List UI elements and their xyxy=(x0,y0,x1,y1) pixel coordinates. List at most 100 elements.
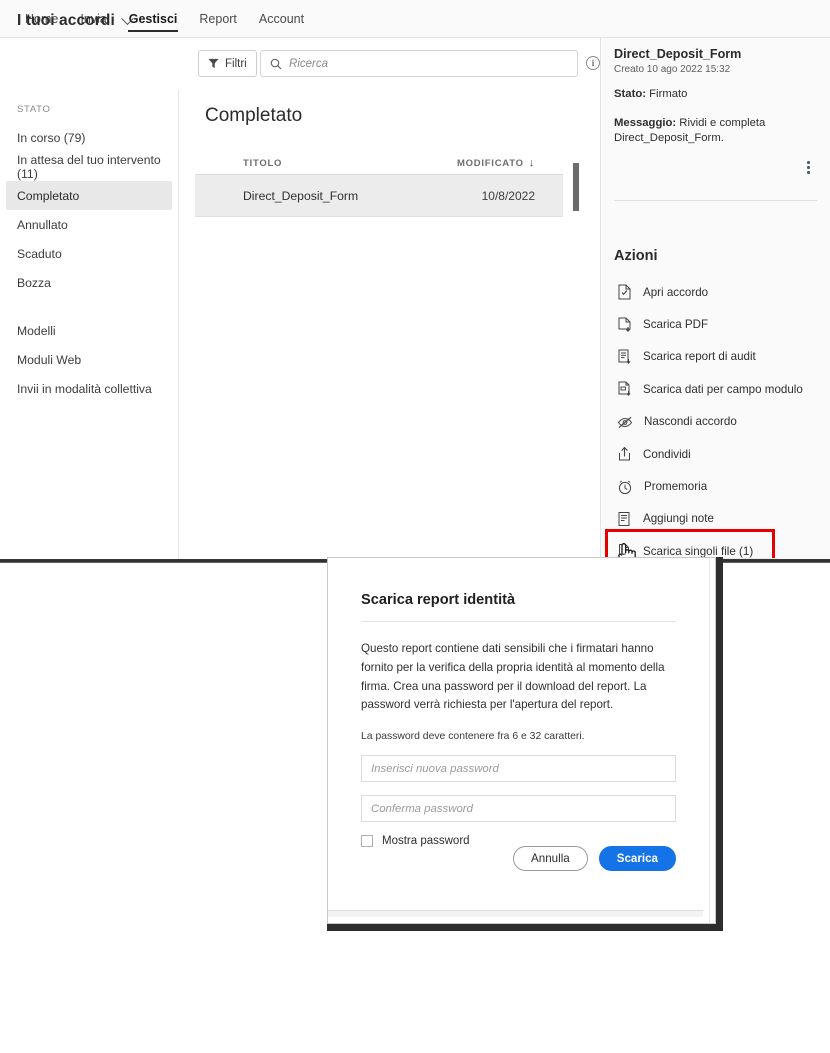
action-label: Scarica report di audit xyxy=(643,350,756,364)
search-icon xyxy=(270,58,282,69)
search-input[interactable] xyxy=(289,51,577,76)
sidebar-item-label: Annullato xyxy=(17,217,68,232)
agreement-details-panel: Direct_Deposit_Form Creato 10 ago 2022 1… xyxy=(600,38,830,563)
page-title: I tuoi accordi xyxy=(17,12,115,29)
screen-root: Home Invia Gestisci Report Account I tuo… xyxy=(0,0,830,1053)
filters-label: Filtri xyxy=(225,57,247,70)
funnel-icon xyxy=(208,58,219,69)
action-scarica-dati-campo-modulo[interactable]: Scarica dati per campo modulo xyxy=(601,373,830,405)
confirm-password-input[interactable] xyxy=(371,796,675,822)
sort-descending-icon: ↓ xyxy=(528,157,535,169)
chevron-down-icon xyxy=(120,11,134,25)
actions-heading: Azioni xyxy=(614,248,658,264)
download-audit-report-icon xyxy=(618,349,631,365)
column-header-title[interactable]: TITOLO xyxy=(195,158,457,169)
nav-item-label: Account xyxy=(258,11,305,26)
action-apri-accordo[interactable]: Apri accordo xyxy=(601,276,830,308)
add-notes-icon xyxy=(618,511,630,526)
dialog-password-hint: La password deve contenere fra 6 e 32 ca… xyxy=(361,731,585,743)
nav-item-account[interactable]: Account xyxy=(248,0,315,38)
sidebar-item-label: Scaduto xyxy=(17,246,62,261)
new-password-input[interactable] xyxy=(371,756,675,782)
sidebar-item-moduli-web[interactable]: Moduli Web xyxy=(6,345,172,374)
sidebar-item-label: Bozza xyxy=(17,275,51,290)
sidebar-item-in-attesa[interactable]: In attesa del tuo intervento (11) xyxy=(6,152,172,181)
info-glyph: i xyxy=(591,58,595,68)
row-modified-date: 10/8/2022 xyxy=(481,188,535,203)
reminder-clock-icon xyxy=(618,480,632,494)
sidebar-item-completato[interactable]: Completato xyxy=(6,181,172,210)
search-box[interactable] xyxy=(260,50,578,77)
agreements-title-dropdown[interactable]: I tuoi accordi xyxy=(17,11,134,30)
action-label: Scarica singoli file (1) xyxy=(643,544,754,558)
detail-status-label: Stato: xyxy=(614,88,647,100)
dialog-content: Scarica report identità Questo report co… xyxy=(328,558,709,917)
sidebar-item-bozza[interactable]: Bozza xyxy=(6,268,172,297)
detail-title: Direct_Deposit_Form xyxy=(614,47,742,61)
download-button-label: Scarica xyxy=(616,852,658,865)
sidebar-item-invii-collettiva[interactable]: Invii in modalità collettiva xyxy=(6,374,172,403)
dialog-description: Questo report contiene dati sensibili ch… xyxy=(361,642,665,712)
sidebar-item-label: Modelli xyxy=(17,323,56,338)
status-badge: Firmato xyxy=(649,88,688,100)
action-label: Aggiungi note xyxy=(643,512,714,526)
list-vertical-scrollbar[interactable] xyxy=(573,163,579,211)
sidebar-item-label: Invii in modalità collettiva xyxy=(17,381,152,396)
sidebar-item-label: Completato xyxy=(17,188,80,203)
sidebar-item-label: In corso (79) xyxy=(17,130,86,145)
action-label: Scarica PDF xyxy=(643,318,709,332)
info-icon[interactable]: i xyxy=(586,56,600,70)
action-promemoria[interactable]: Promemoria xyxy=(601,470,830,502)
filters-button[interactable]: Filtri xyxy=(198,50,257,77)
checkbox-icon[interactable] xyxy=(361,835,373,848)
detail-created-date: Creato 10 ago 2022 15:32 xyxy=(614,64,731,75)
dialog-title: Scarica report identità xyxy=(361,592,516,608)
show-password-label: Mostra password xyxy=(382,835,470,848)
table-row[interactable]: Direct_Deposit_Form 10/8/2022 xyxy=(195,175,563,217)
cancel-button-label: Annulla xyxy=(531,852,570,865)
action-aggiungi-note[interactable]: Aggiungi note xyxy=(601,503,830,535)
list-heading: Completato xyxy=(205,105,303,126)
table-header-row: TITOLO MODIFICATO ↓ xyxy=(195,145,563,175)
nav-item-label: Gestisci xyxy=(128,11,178,26)
sidebar-section-label: STATO xyxy=(17,104,51,115)
detail-separator xyxy=(614,200,817,201)
sidebar-item-label: Moduli Web xyxy=(17,352,82,367)
confirm-password-field[interactable] xyxy=(361,795,676,823)
status-sidebar: STATO In corso (79) In attesa del tuo in… xyxy=(0,90,179,563)
dialog-button-row: Annulla Scarica xyxy=(513,846,676,871)
action-label: Promemoria xyxy=(644,480,708,494)
action-scarica-pdf[interactable]: Scarica PDF xyxy=(601,308,830,340)
detail-message-label: Messaggio: xyxy=(614,117,677,129)
column-header-modified[interactable]: MODIFICATO ↓ xyxy=(456,157,563,170)
action-label: Scarica dati per campo modulo xyxy=(643,382,803,396)
column-header-modified-label: MODIFICATO xyxy=(456,158,524,169)
sidebar-item-modelli[interactable]: Modelli xyxy=(6,316,172,345)
dialog-right-edge xyxy=(709,558,715,923)
sidebar-item-scaduto[interactable]: Scaduto xyxy=(6,239,172,268)
action-nascondi-accordo[interactable]: Nascondi accordo xyxy=(601,406,830,438)
action-label: Condividi xyxy=(643,447,691,461)
download-form-field-data-icon xyxy=(618,381,631,397)
more-options-icon[interactable] xyxy=(807,161,810,174)
sidebar-divider xyxy=(0,297,178,316)
actions-list: Apri accordo Scarica PDF Scarica report … xyxy=(601,276,830,563)
application-window: Home Invia Gestisci Report Account I tuo… xyxy=(0,0,830,563)
action-condividi[interactable]: Condividi xyxy=(601,438,830,470)
sidebar-item-annullato[interactable]: Annullato xyxy=(6,210,172,239)
action-scarica-report-audit[interactable]: Scarica report di audit xyxy=(601,341,830,373)
nav-item-label: Report xyxy=(199,11,237,26)
cancel-button[interactable]: Annulla xyxy=(513,846,588,871)
open-agreement-icon xyxy=(618,284,631,300)
sidebar-item-label: In attesa del tuo intervento (11) xyxy=(17,152,161,181)
new-password-field[interactable] xyxy=(361,755,676,783)
detail-status: Stato: Firmato xyxy=(601,75,830,100)
nav-item-report[interactable]: Report xyxy=(188,0,248,38)
hide-agreement-icon xyxy=(617,416,633,428)
download-identity-report-dialog: Scarica report identità Questo report co… xyxy=(327,557,716,924)
download-pdf-icon xyxy=(618,317,631,332)
download-button[interactable]: Scarica xyxy=(598,846,676,871)
sidebar-item-in-corso[interactable]: In corso (79) xyxy=(6,123,172,152)
dialog-bottom-bar xyxy=(328,910,703,917)
share-icon xyxy=(619,446,630,461)
